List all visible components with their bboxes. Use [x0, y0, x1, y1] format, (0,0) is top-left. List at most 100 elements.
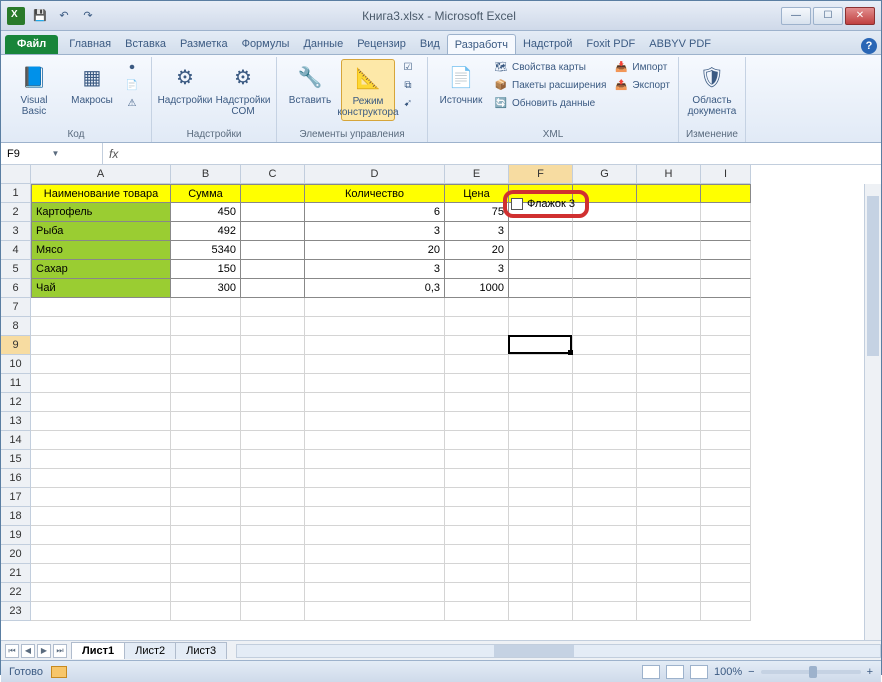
cell-D11[interactable] [305, 374, 445, 393]
cell-H15[interactable] [637, 450, 701, 469]
cell-A11[interactable] [31, 374, 171, 393]
cell-C3[interactable] [241, 222, 305, 241]
cell-C16[interactable] [241, 469, 305, 488]
cell-E14[interactable] [445, 431, 509, 450]
cell-B22[interactable] [171, 583, 241, 602]
cell-G3[interactable] [573, 222, 637, 241]
cell-D4[interactable]: 20 [305, 241, 445, 260]
tab-4[interactable]: Данные [296, 34, 350, 54]
cell-B15[interactable] [171, 450, 241, 469]
sheet-tab-0[interactable]: Лист1 [71, 642, 125, 659]
cell-E1[interactable]: Цена [445, 184, 509, 203]
cell-F11[interactable] [509, 374, 573, 393]
cell-A4[interactable]: Мясо [31, 241, 171, 260]
zoom-knob[interactable] [809, 666, 817, 678]
cell-A19[interactable] [31, 526, 171, 545]
cell-D22[interactable] [305, 583, 445, 602]
cell-A10[interactable] [31, 355, 171, 374]
cell-B3[interactable]: 492 [171, 222, 241, 241]
checkbox-box[interactable] [511, 198, 523, 210]
cell-I9[interactable] [701, 336, 751, 355]
ribbon-small-0-1[interactable]: 📄 [123, 77, 145, 93]
cell-B13[interactable] [171, 412, 241, 431]
cell-I11[interactable] [701, 374, 751, 393]
cell-B6[interactable]: 300 [171, 279, 241, 298]
close-button[interactable]: ✕ [845, 7, 875, 25]
cell-G18[interactable] [573, 507, 637, 526]
cell-D12[interactable] [305, 393, 445, 412]
cell-D15[interactable] [305, 450, 445, 469]
select-all-corner[interactable] [1, 165, 31, 184]
ribbon-small-0-2[interactable]: ⚠ [123, 95, 145, 111]
tab-2[interactable]: Разметка [173, 34, 235, 54]
help-icon[interactable]: ? [861, 38, 877, 54]
cell-F15[interactable] [509, 450, 573, 469]
cell-C5[interactable] [241, 260, 305, 279]
cell-G11[interactable] [573, 374, 637, 393]
cell-B14[interactable] [171, 431, 241, 450]
cell-B2[interactable]: 450 [171, 203, 241, 222]
cell-D7[interactable] [305, 298, 445, 317]
cell-B11[interactable] [171, 374, 241, 393]
cell-D18[interactable] [305, 507, 445, 526]
macro-recording-icon[interactable] [51, 666, 67, 678]
cell-B18[interactable] [171, 507, 241, 526]
row-header-3[interactable]: 3 [1, 222, 31, 241]
cell-D19[interactable] [305, 526, 445, 545]
ribbon-small-2-1[interactable]: ⧉ [399, 77, 421, 93]
cell-I13[interactable] [701, 412, 751, 431]
cell-G16[interactable] [573, 469, 637, 488]
cell-G12[interactable] [573, 393, 637, 412]
cell-I12[interactable] [701, 393, 751, 412]
cell-E11[interactable] [445, 374, 509, 393]
tab-0[interactable]: Главная [62, 34, 118, 54]
cell-E2[interactable]: 75 [445, 203, 509, 222]
col-header-H[interactable]: H [637, 165, 701, 184]
cell-H5[interactable] [637, 260, 701, 279]
cell-E3[interactable]: 3 [445, 222, 509, 241]
cell-C19[interactable] [241, 526, 305, 545]
cell-H23[interactable] [637, 602, 701, 621]
cell-D16[interactable] [305, 469, 445, 488]
row-header-10[interactable]: 10 [1, 355, 31, 374]
cell-C10[interactable] [241, 355, 305, 374]
cell-F17[interactable] [509, 488, 573, 507]
row-header-18[interactable]: 18 [1, 507, 31, 526]
col-header-C[interactable]: C [241, 165, 305, 184]
cell-F21[interactable] [509, 564, 573, 583]
cell-G19[interactable] [573, 526, 637, 545]
row-header-9[interactable]: 9 [1, 336, 31, 355]
cell-F10[interactable] [509, 355, 573, 374]
sheet-nav-last[interactable]: ⏭ [53, 644, 67, 658]
cell-A6[interactable]: Чай [31, 279, 171, 298]
view-normal-button[interactable] [642, 665, 660, 679]
cell-F5[interactable] [509, 260, 573, 279]
cell-H12[interactable] [637, 393, 701, 412]
cell-H22[interactable] [637, 583, 701, 602]
horizontal-scrollbar[interactable] [236, 644, 881, 658]
row-header-12[interactable]: 12 [1, 393, 31, 412]
cell-B1[interactable]: Сумма [171, 184, 241, 203]
cell-C12[interactable] [241, 393, 305, 412]
cell-A1[interactable]: Наименование товара [31, 184, 171, 203]
cell-E5[interactable]: 3 [445, 260, 509, 279]
tab-6[interactable]: Вид [413, 34, 447, 54]
row-header-4[interactable]: 4 [1, 241, 31, 260]
cell-B16[interactable] [171, 469, 241, 488]
ribbon-small-3-2[interactable]: 🔄Обновить данные [492, 95, 608, 111]
row-header-13[interactable]: 13 [1, 412, 31, 431]
cell-B7[interactable] [171, 298, 241, 317]
cell-A2[interactable]: Картофель [31, 203, 171, 222]
col-header-B[interactable]: B [171, 165, 241, 184]
sheet-tab-2[interactable]: Лист3 [175, 642, 227, 659]
cell-E16[interactable] [445, 469, 509, 488]
tab-7[interactable]: Разработч [447, 34, 516, 54]
ribbon-button-2-1[interactable]: 📐Режим конструктора [341, 59, 395, 121]
cell-F16[interactable] [509, 469, 573, 488]
cell-F8[interactable] [509, 317, 573, 336]
cell-E22[interactable] [445, 583, 509, 602]
cell-C21[interactable] [241, 564, 305, 583]
cell-H13[interactable] [637, 412, 701, 431]
row-header-21[interactable]: 21 [1, 564, 31, 583]
ribbon-small-3-0[interactable]: 🗺Свойства карты [492, 59, 608, 75]
